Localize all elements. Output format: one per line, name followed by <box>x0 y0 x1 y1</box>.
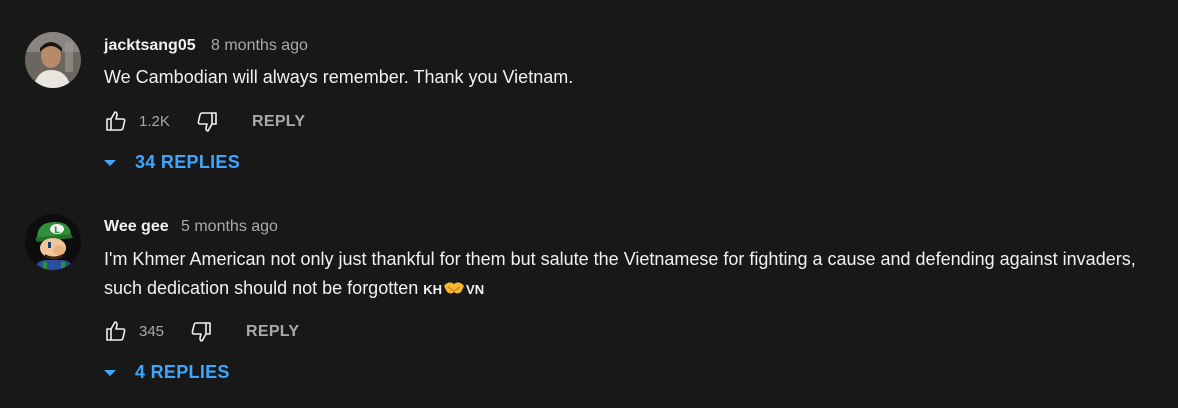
like-count: 345 <box>139 323 165 340</box>
reply-button[interactable]: REPLY <box>246 323 299 341</box>
comment-text: We Cambodian will always remember. Thank… <box>104 67 574 87</box>
comment-author[interactable]: jacktsang05 <box>104 37 196 55</box>
svg-text:L: L <box>54 226 60 236</box>
replies-count-label: 34 REPLIES <box>135 152 241 172</box>
comment-body: I'm Khmer American not only just thankfu… <box>104 249 1136 298</box>
like-icon[interactable] <box>104 319 128 343</box>
avatar[interactable] <box>25 32 81 88</box>
comment-author[interactable]: Wee gee <box>104 218 169 236</box>
caret-down-icon <box>104 369 116 376</box>
comment-timestamp[interactable]: 8 months ago <box>211 37 308 55</box>
reply-button[interactable]: REPLY <box>252 113 305 131</box>
flag-code-left: KH <box>423 282 443 297</box>
view-replies-button[interactable]: 4 REPLIES <box>104 362 230 383</box>
comment-text: I'm Khmer American not only just thankfu… <box>104 245 1174 304</box>
handshake-icon <box>443 276 465 294</box>
like-count: 1.2K <box>139 113 170 130</box>
caret-down-icon <box>104 159 116 166</box>
like-icon[interactable] <box>104 109 128 133</box>
replies-count-label: 4 REPLIES <box>135 362 230 382</box>
view-replies-button[interactable]: 34 REPLIES <box>104 152 240 173</box>
flag-code-right: VN <box>466 282 485 297</box>
avatar[interactable]: L <box>25 214 81 270</box>
comment-timestamp[interactable]: 5 months ago <box>181 218 278 236</box>
dislike-icon[interactable] <box>189 320 213 344</box>
dislike-icon[interactable] <box>195 110 219 134</box>
